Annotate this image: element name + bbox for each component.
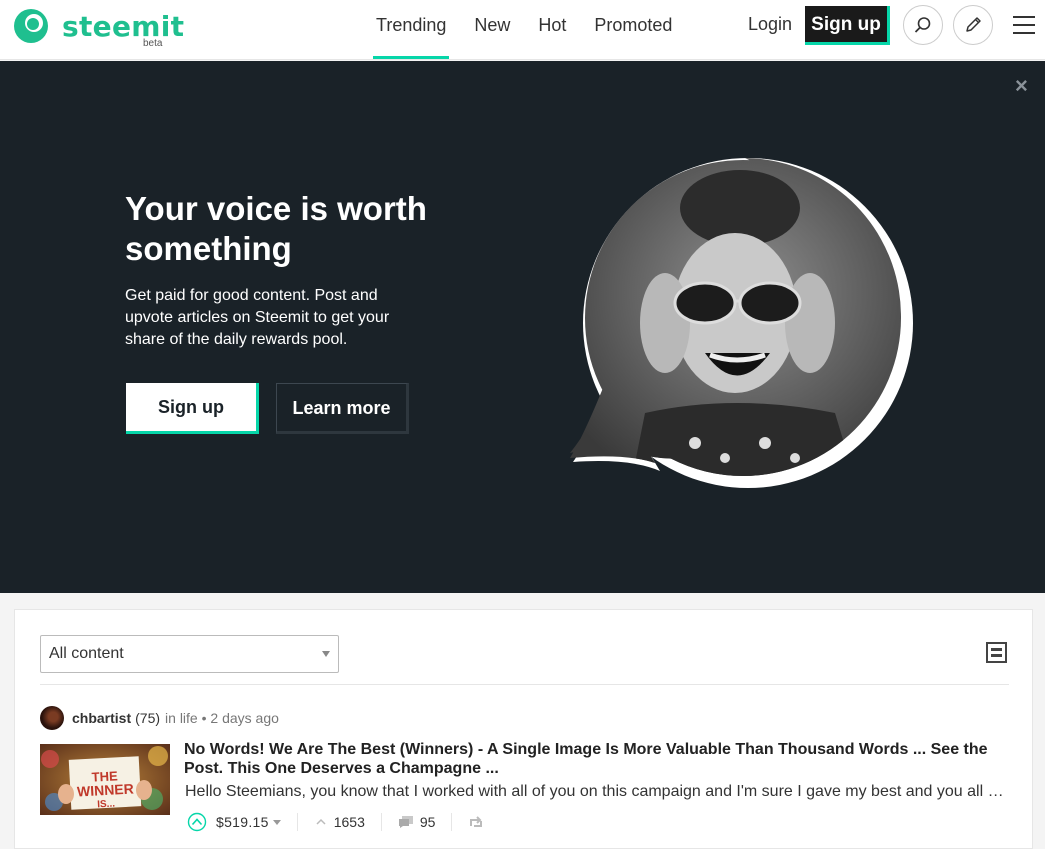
vote-count[interactable]: 1653 bbox=[334, 814, 365, 830]
content-filter-select[interactable]: All content bbox=[40, 635, 339, 673]
post-feed: All content chbartist (75) in life • 2 d… bbox=[14, 609, 1033, 849]
welcome-banner: × Your voice is worth something Get paid… bbox=[0, 61, 1045, 593]
divider bbox=[451, 813, 453, 831]
author-reputation: (75) bbox=[135, 710, 161, 726]
post-footer: $519.15 1653 95 bbox=[187, 811, 484, 833]
search-button[interactable] bbox=[903, 5, 943, 45]
upvote-icon[interactable] bbox=[187, 812, 207, 832]
nav-promoted[interactable]: Promoted bbox=[580, 0, 686, 60]
nav-new[interactable]: New bbox=[460, 0, 524, 60]
divider bbox=[380, 813, 382, 831]
svg-text:WINNER: WINNER bbox=[77, 781, 135, 800]
post-excerpt[interactable]: Hello Steemians, you know that I worked … bbox=[185, 783, 1005, 801]
post-author-line: chbartist (75) in life • 2 days ago bbox=[40, 706, 279, 730]
hero-description: Get paid for good content. Post and upvo… bbox=[125, 287, 390, 348]
steemit-logo[interactable]: steemit beta bbox=[12, 6, 184, 49]
logo-text: steemit bbox=[62, 10, 185, 43]
learn-more-button[interactable]: Learn more bbox=[276, 383, 409, 434]
divider bbox=[296, 813, 298, 831]
beta-badge: beta bbox=[143, 38, 163, 49]
search-icon bbox=[914, 17, 931, 33]
svg-text:IS...: IS... bbox=[97, 799, 116, 811]
post-author[interactable]: chbartist bbox=[72, 710, 131, 726]
resteem-icon[interactable] bbox=[468, 816, 484, 828]
main-nav: Trending New Hot Promoted bbox=[362, 0, 686, 60]
layout-toggle-icon[interactable] bbox=[986, 642, 1007, 663]
hero-portrait-image bbox=[570, 158, 913, 488]
pencil-icon bbox=[966, 17, 981, 32]
avatar[interactable] bbox=[40, 706, 64, 730]
comment-count[interactable]: 95 bbox=[420, 814, 436, 830]
top-header: steemit beta Trending New Hot Promoted L… bbox=[0, 0, 1045, 60]
votes-chevron-up-icon bbox=[316, 818, 326, 825]
hero-title: Your voice is worth something bbox=[125, 190, 427, 267]
divider bbox=[40, 684, 1009, 685]
login-link[interactable]: Login bbox=[748, 14, 792, 35]
signup-button[interactable]: Sign up bbox=[805, 6, 890, 45]
content-filter-value: All content bbox=[49, 645, 124, 662]
hamburger-menu-icon[interactable] bbox=[1013, 16, 1035, 34]
post-payout[interactable]: $519.15 bbox=[216, 814, 269, 830]
comments-icon bbox=[398, 816, 413, 828]
nav-trending[interactable]: Trending bbox=[362, 0, 460, 60]
hero-signup-button[interactable]: Sign up bbox=[126, 383, 259, 434]
close-icon[interactable]: × bbox=[1015, 73, 1028, 99]
steemit-logo-icon bbox=[14, 9, 48, 43]
nav-hot[interactable]: Hot bbox=[524, 0, 580, 60]
chevron-down-icon bbox=[322, 651, 330, 657]
chevron-down-icon[interactable] bbox=[272, 819, 281, 825]
post-category-time[interactable]: in life • 2 days ago bbox=[165, 710, 279, 726]
submit-story-button[interactable] bbox=[953, 5, 993, 45]
post-thumbnail[interactable]: THE WINNER IS... bbox=[40, 744, 170, 815]
post-title[interactable]: No Words! We Are The Best (Winners) - A … bbox=[184, 740, 1009, 778]
